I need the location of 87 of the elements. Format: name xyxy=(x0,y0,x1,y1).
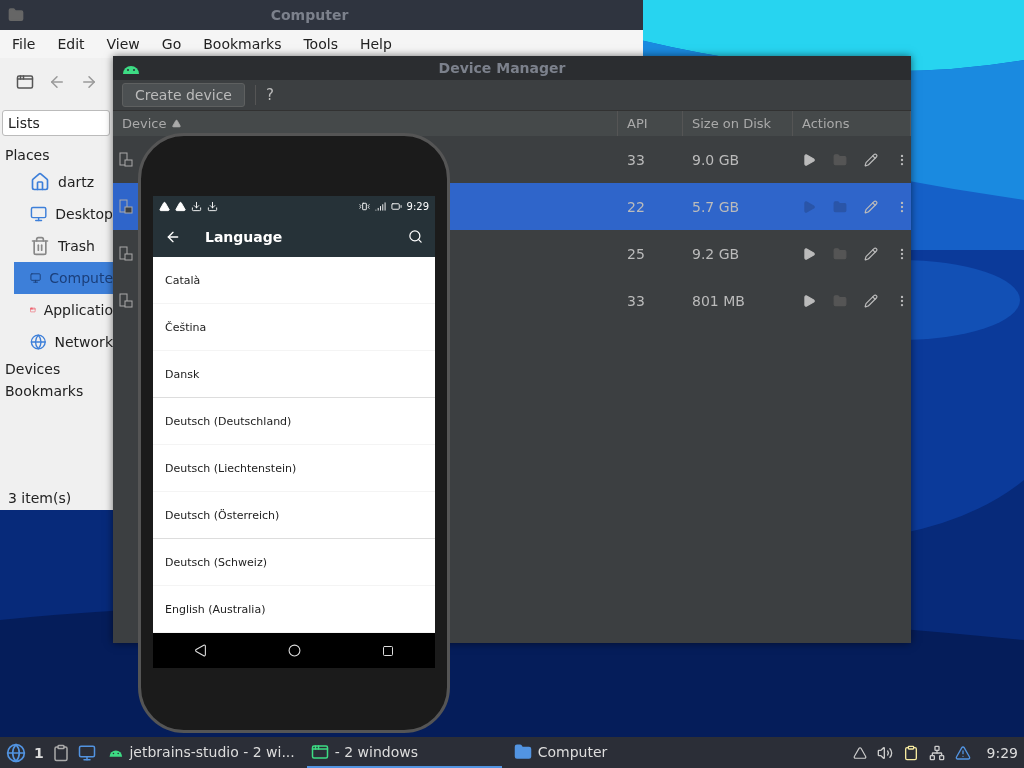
device-icon xyxy=(118,292,133,309)
signal-icon xyxy=(374,200,386,212)
notification-icon[interactable] xyxy=(954,744,971,761)
menu-item[interactable]: Edit xyxy=(57,36,85,52)
table-cell-text: 5.7 GB xyxy=(691,198,741,215)
home-folder-icon xyxy=(30,172,50,192)
language-item[interactable]: Deutsch (Deutschland) xyxy=(153,398,435,445)
home-icon[interactable] xyxy=(288,644,301,657)
download-icon xyxy=(191,200,202,212)
table-cell-text: 22 xyxy=(626,198,646,215)
status-text: 3 item(s) xyxy=(7,490,73,508)
language-item[interactable]: Dansk xyxy=(153,351,435,398)
status-time: 9:29 xyxy=(406,200,429,212)
workspace-switcher[interactable]: 1 xyxy=(34,744,44,761)
edit-icon[interactable] xyxy=(864,152,878,167)
warning-icon xyxy=(175,200,186,212)
place-item[interactable]: dartz xyxy=(14,166,113,198)
device-row[interactable]: 33 9.0 GB xyxy=(452,136,911,183)
side-pane-dropdown[interactable]: Lists xyxy=(2,110,110,136)
start-menu-icon[interactable] xyxy=(6,742,26,763)
battery-icon xyxy=(390,200,402,212)
play-icon[interactable] xyxy=(802,246,816,261)
device-row[interactable]: 33 801 MB xyxy=(452,277,911,324)
screen-title: Language xyxy=(205,228,284,245)
trash-icon xyxy=(30,236,50,256)
window-title: Computer xyxy=(269,7,350,23)
menu-item[interactable]: File xyxy=(12,36,36,52)
desktop-icon xyxy=(30,204,48,224)
menu-item[interactable]: Bookmarks xyxy=(203,36,282,52)
network-icon xyxy=(30,332,47,352)
edit-icon[interactable] xyxy=(864,293,878,308)
table-cell-text: 9.0 GB xyxy=(691,151,741,168)
search-icon[interactable] xyxy=(408,229,423,244)
device-row[interactable]: 25 9.2 GB xyxy=(452,230,911,277)
language-item[interactable]: Deutsch (Schweiz) xyxy=(153,539,435,586)
create-device-button[interactable]: Create device xyxy=(122,83,245,107)
download-icon xyxy=(207,200,218,212)
table-cell-text: 33 xyxy=(626,151,646,168)
play-icon[interactable] xyxy=(802,152,816,167)
place-item[interactable]: Network xyxy=(14,326,113,358)
table-cell-text: 801 MB xyxy=(691,292,746,309)
folder-icon xyxy=(8,7,24,23)
section-heading: Places xyxy=(4,146,51,165)
device-icon xyxy=(118,245,133,262)
recents-icon[interactable] xyxy=(382,644,395,657)
table-cell-text: 33 xyxy=(626,292,646,309)
section-heading[interactable]: Devices xyxy=(2,358,112,380)
language-item[interactable]: Català xyxy=(153,257,435,304)
menu-item[interactable]: Help xyxy=(359,36,392,52)
column-header[interactable]: Actions xyxy=(793,111,911,136)
desktop-icon[interactable] xyxy=(77,743,96,762)
language-item[interactable]: Deutsch (Liechtenstein) xyxy=(153,445,435,492)
clipboard-icon[interactable] xyxy=(902,744,919,761)
warning-icon xyxy=(159,200,170,212)
menu-item[interactable]: Tools xyxy=(303,36,338,52)
edit-icon[interactable] xyxy=(864,246,878,261)
task-button[interactable]: Computer xyxy=(509,737,705,768)
task-button[interactable]: jetbrains-studio - 2 wi... xyxy=(103,737,299,768)
help-button[interactable]: ? xyxy=(254,85,280,105)
section-heading[interactable]: Bookmarks xyxy=(2,380,112,402)
back-icon[interactable] xyxy=(193,644,207,657)
place-item[interactable]: Applicatio xyxy=(14,294,113,326)
table-cell-text: 25 xyxy=(626,245,646,262)
column-header[interactable]: API xyxy=(618,111,683,136)
eject-icon[interactable] xyxy=(852,745,867,760)
vibrate-icon xyxy=(358,200,370,212)
network-icon[interactable] xyxy=(928,744,945,761)
edit-icon[interactable] xyxy=(864,199,878,214)
place-item[interactable]: Desktop xyxy=(14,198,113,230)
folder-icon xyxy=(513,742,532,761)
table-cell-text: 9.2 GB xyxy=(691,245,741,262)
device-icon-cell[interactable] xyxy=(113,183,138,230)
place-item[interactable]: Trash xyxy=(14,230,113,262)
window-title: Device Manager xyxy=(437,60,567,76)
new-tab-icon[interactable] xyxy=(16,73,34,91)
device-icon xyxy=(118,151,133,168)
language-item[interactable]: Čeština xyxy=(153,304,435,351)
studio-icon xyxy=(310,742,329,761)
menu-item[interactable]: View xyxy=(106,36,140,52)
device-icon xyxy=(118,198,133,215)
task-button[interactable]: - 2 windows xyxy=(306,737,502,768)
clock: 9:29 xyxy=(986,744,1018,761)
language-item[interactable]: Deutsch (Österreich) xyxy=(153,492,435,539)
menu-item[interactable]: Go xyxy=(161,36,182,52)
volume-icon[interactable] xyxy=(876,744,893,761)
play-icon[interactable] xyxy=(802,293,816,308)
column-header[interactable]: Size on Disk xyxy=(683,111,793,136)
